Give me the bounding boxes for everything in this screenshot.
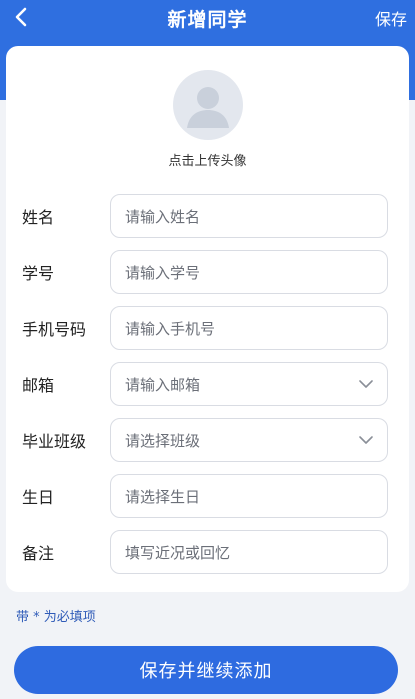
placeholder-text: 填写近况或回忆 [125, 543, 231, 562]
class-select[interactable]: 请选择班级 [110, 418, 388, 462]
birthday-picker[interactable]: 请选择生日 [110, 474, 388, 518]
student-id-input[interactable]: 请输入学号 [110, 250, 388, 294]
user-avatar-icon [186, 87, 229, 128]
avatar-upload[interactable] [172, 70, 243, 140]
field-label: 生日 [22, 488, 55, 507]
field-label: 手机号码 [22, 320, 87, 339]
top-bar: 新增同学 保存 [0, 0, 415, 36]
avatar-section: 点击上传头像 [6, 70, 409, 169]
required-hint: 带 * 为必填项 [16, 610, 96, 625]
page-title: 新增同学 [167, 8, 248, 31]
phone-input[interactable]: 请输入手机号 [110, 306, 388, 350]
placeholder-text: 请输入姓名 [125, 207, 201, 226]
form-row-class: 毕业班级 请选择班级 [6, 418, 409, 462]
placeholder-text: 请输入学号 [125, 263, 201, 282]
name-input[interactable]: 请输入姓名 [110, 194, 388, 238]
save-button[interactable]: 保存 [375, 6, 407, 30]
email-select[interactable]: 请输入邮箱 [110, 362, 388, 406]
placeholder-text: 请输入手机号 [125, 319, 216, 338]
chevron-down-icon [359, 436, 373, 444]
save-and-continue-button[interactable]: 保存并继续添加 [14, 646, 398, 694]
form-row-remarks: 备注 填写近况或回忆 [6, 530, 409, 574]
chevron-left-icon [15, 7, 27, 27]
form-row-phone: 手机号码 请输入手机号 [6, 306, 409, 350]
placeholder-text: 请选择生日 [125, 487, 201, 506]
placeholder-text: 请选择班级 [125, 431, 201, 450]
field-label: 姓名 [22, 208, 55, 227]
field-label: 邮箱 [22, 376, 55, 395]
field-label: 学号 [22, 264, 55, 283]
field-label: 毕业班级 [22, 432, 87, 451]
form-row-email: 邮箱 请输入邮箱 [6, 362, 409, 406]
form-row-birthday: 生日 请选择生日 [6, 474, 409, 518]
form-row-name: 姓名 请输入姓名 [6, 194, 409, 238]
avatar-upload-label: 点击上传头像 [168, 154, 247, 169]
form-row-student-id: 学号 请输入学号 [6, 250, 409, 294]
back-button[interactable] [6, 2, 36, 32]
chevron-down-icon [359, 380, 373, 388]
placeholder-text: 请输入邮箱 [125, 375, 201, 394]
field-label: 备注 [22, 544, 55, 563]
form-card: 点击上传头像 姓名 请输入姓名 学号 请输入学号 手机号码 请输入手机号 邮箱 … [6, 46, 409, 592]
remarks-input[interactable]: 填写近况或回忆 [110, 530, 388, 574]
